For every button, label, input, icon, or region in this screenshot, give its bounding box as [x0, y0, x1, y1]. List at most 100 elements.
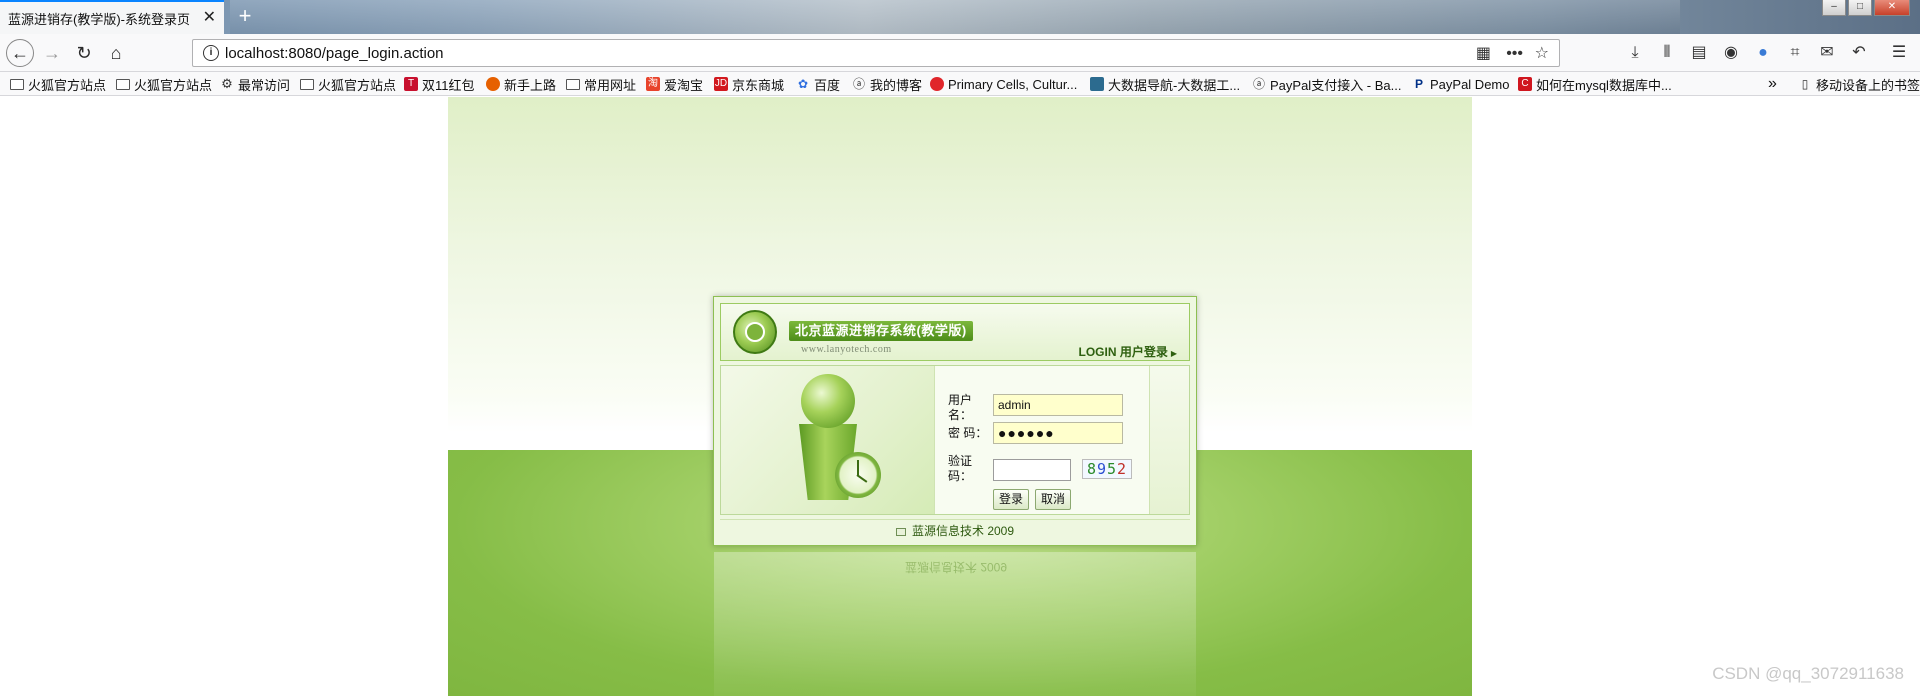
navigation-bar: ← → ↻ ⌂ i localhost:8080/page_login.acti… [0, 34, 1920, 72]
bookmark-label: 我的博客 [870, 77, 923, 93]
login-button[interactable]: 登录 [993, 489, 1030, 510]
bookmark-label: 火狐官方站点 [134, 77, 213, 93]
minimize-button[interactable]: – [1822, 0, 1846, 16]
gear-icon: ⚙ [221, 76, 233, 91]
jd-icon: JD [714, 77, 728, 91]
sidebar-icon[interactable]: ▤ [1688, 42, 1710, 64]
url-bar[interactable]: i localhost:8080/page_login.action ▦ •••… [192, 39, 1560, 67]
home-button[interactable]: ⌂ [104, 41, 128, 65]
folder-icon [10, 78, 24, 90]
bookmark-label: 移动设备上的书签 [1816, 77, 1920, 93]
bookmark-label: PayPal Demo [1430, 76, 1510, 92]
bookmark-item[interactable]: T 双11红包 [404, 75, 475, 93]
captcha-digit: 8 [1086, 460, 1097, 478]
user-clock-illustration [721, 366, 935, 514]
bookmark-item[interactable]: 火狐官方站点 [10, 75, 106, 93]
bookmark-star-icon[interactable]: ☆ [1535, 44, 1549, 64]
logo-icon [733, 310, 777, 354]
bookmark-label: Primary Cells, Cultur... [948, 76, 1078, 92]
captcha-image[interactable]: 8952 [1082, 459, 1132, 479]
reload-button[interactable]: ↻ [72, 41, 96, 65]
bookmark-label: 双11红包 [422, 77, 475, 93]
forward-button[interactable]: → [40, 41, 64, 65]
firefox-icon [486, 77, 500, 91]
footer-text: 蓝源信息技术 2009 [911, 524, 1015, 538]
bookmarks-bar: 火狐官方站点 火狐官方站点 ⚙ 最常访问 火狐官方站点 T 双11红包 新手上路 常… [0, 72, 1920, 96]
page-actions-icon[interactable]: ••• [1506, 44, 1523, 64]
tab-title: 蓝源进销存(教学版)-系统登录页 [8, 11, 190, 27]
window-controls: – □ ✕ [1822, 0, 1910, 16]
bookmark-label: 火狐官方站点 [318, 77, 397, 93]
bookmark-label: 最常访问 [238, 77, 291, 93]
site-info-icon[interactable]: i [203, 45, 219, 61]
chat-icon[interactable]: ✉ [1816, 42, 1838, 64]
folder-icon [300, 78, 314, 90]
bookmark-item[interactable]: ⚙ 最常访问 [220, 75, 290, 93]
bookmark-item[interactable]: 新手上路 [486, 75, 556, 93]
bookmark-item[interactable]: 火狐官方站点 [300, 75, 396, 93]
new-tab-button[interactable]: + [232, 4, 258, 30]
maximize-button[interactable]: □ [1848, 0, 1872, 16]
bookmark-item[interactable]: 火狐官方站点 [116, 75, 212, 93]
triangle-right-icon: ▶ [1170, 349, 1177, 358]
bookmark-item[interactable]: 淘爱淘宝 [646, 75, 703, 93]
site-icon [930, 77, 944, 91]
login-header: 北京蓝源进销存系统(教学版) www.lanyotech.com LOGIN 用… [720, 303, 1190, 361]
reflection-text: 蓝源信息技术 2009 [905, 560, 1008, 574]
bookmark-item[interactable]: 大数据导航-大数据工... [1090, 75, 1240, 93]
blog-icon: ⓐ [1252, 77, 1265, 91]
bookmark-item[interactable]: 常用网址 [566, 75, 636, 93]
tab-active[interactable]: 蓝源进销存(教学版)-系统登录页 ✕ [0, 0, 224, 34]
mobile-icon: ▯ [1801, 77, 1809, 91]
form-side-panel [1149, 366, 1189, 514]
taobao-icon: 淘 [646, 77, 660, 91]
system-title: 北京蓝源进销存系统(教学版) [789, 321, 973, 341]
bookmark-item[interactable]: C 如何在mysql数据库中... [1518, 75, 1672, 93]
screenshot-icon[interactable]: ⌗ [1784, 42, 1806, 64]
bookmark-item[interactable]: ⓐ PayPal支付接入 - Ba... [1252, 75, 1402, 93]
bookmark-item[interactable]: Primary Cells, Cultur... [930, 75, 1077, 93]
bookmark-item[interactable]: ⓐ 我的博客 [852, 75, 922, 93]
site-icon [1090, 77, 1104, 91]
login-footer: 蓝源信息技术 2009 [720, 519, 1190, 541]
bookmark-label: 百度 [814, 77, 841, 93]
globe-icon[interactable]: ● [1752, 42, 1774, 64]
bookmarks-overflow-button[interactable]: » [1768, 75, 1777, 93]
folder-icon [566, 78, 580, 90]
person-head [801, 374, 855, 428]
cancel-button[interactable]: 取消 [1035, 489, 1072, 510]
tab-close-icon[interactable]: ✕ [203, 9, 216, 27]
login-tag: LOGIN 用户登录 ▶ [1079, 343, 1178, 360]
bookmark-label: 常用网址 [584, 77, 637, 93]
close-window-button[interactable]: ✕ [1874, 0, 1910, 16]
blog-icon: ⓐ [852, 77, 865, 91]
folder-icon [116, 78, 130, 90]
tmall-icon: T [404, 77, 418, 91]
mobile-bookmarks[interactable]: ▯ 移动设备上的书签 [1798, 75, 1920, 93]
back-button[interactable]: ← [6, 39, 34, 67]
bookmark-item[interactable]: P PayPal Demo [1412, 75, 1510, 93]
bookmark-item[interactable]: JD 京东商城 [714, 75, 784, 93]
url-text[interactable]: localhost:8080/page_login.action [225, 45, 444, 62]
captcha-input[interactable] [993, 459, 1071, 481]
username-input[interactable]: admin [993, 394, 1123, 416]
bookmark-item[interactable]: ✿ 百度 [796, 75, 840, 93]
undo-icon[interactable]: ↶ [1848, 42, 1870, 64]
library-icon[interactable]: ⫴ [1656, 42, 1678, 64]
captcha-label: 验证码： [948, 454, 973, 483]
bookmark-label: 火狐官方站点 [28, 77, 107, 93]
qr-code-icon[interactable]: ▦ [1476, 44, 1491, 64]
downloads-icon[interactable]: ⤓ [1624, 42, 1646, 64]
password-label: 密 码： [948, 426, 988, 440]
captcha-digit: 5 [1107, 460, 1118, 478]
account-icon[interactable]: ◉ [1720, 42, 1742, 64]
bookmark-label: 大数据导航-大数据工... [1108, 77, 1241, 93]
bookmark-label: 如何在mysql数据库中... [1536, 77, 1672, 93]
window-background [230, 0, 1680, 34]
bookmark-label: 新手上路 [504, 77, 557, 93]
password-input[interactable]: ●●●●●● [993, 422, 1123, 444]
menu-icon[interactable]: ☰ [1888, 42, 1910, 64]
paypal-icon: P [1414, 77, 1423, 91]
login-body: 用户名： admin 密 码： ●●●●●● 验证码： 8952 登录 取消 [720, 365, 1190, 515]
tab-bar: 蓝源进销存(教学版)-系统登录页 ✕ + – □ ✕ [0, 0, 1920, 34]
